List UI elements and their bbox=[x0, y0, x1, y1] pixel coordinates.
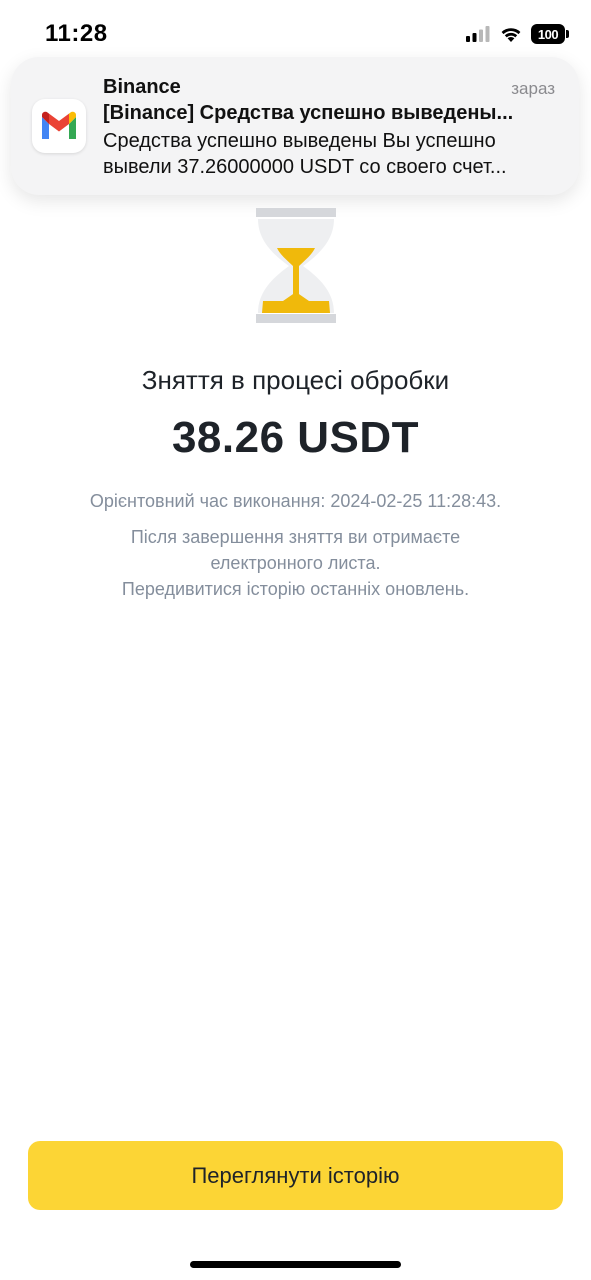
status-icons: 100 bbox=[465, 24, 569, 44]
gmail-icon bbox=[32, 99, 86, 153]
history-updates-link[interactable]: Передивитися історію останніх оновлень. bbox=[0, 576, 591, 602]
signal-icon bbox=[466, 26, 490, 42]
notification-banner[interactable]: Binance зараз [Binance] Средства успешно… bbox=[11, 57, 579, 195]
status-bar: 11:28 100 bbox=[0, 0, 591, 60]
view-history-button[interactable]: Переглянути історію bbox=[28, 1141, 563, 1210]
battery-tip bbox=[566, 30, 569, 38]
email-note: Після завершення зняття ви отримаєте еле… bbox=[130, 527, 461, 573]
notification-subject: [Binance] Средства успешно выведены... bbox=[103, 102, 514, 124]
estimated-time: Орієнтовний час виконання: 2024-02-25 11… bbox=[89, 491, 502, 511]
withdrawal-amount: 38.26 USDT bbox=[171, 413, 420, 462]
wifi-icon bbox=[501, 28, 521, 42]
home-indicator[interactable] bbox=[190, 1261, 401, 1268]
battery-icon: 100 bbox=[531, 24, 569, 44]
notification-sender: Binance bbox=[103, 76, 181, 98]
notification-body: Средства успешно выведены Вы успешно выв… bbox=[103, 130, 507, 178]
status-time: 11:28 bbox=[45, 20, 108, 47]
hourglass-icon bbox=[256, 208, 336, 323]
battery-level: 100 bbox=[531, 24, 565, 44]
notification-time: зараз bbox=[511, 79, 555, 98]
withdrawal-status-title: Зняття в процесі обробки bbox=[141, 365, 450, 395]
